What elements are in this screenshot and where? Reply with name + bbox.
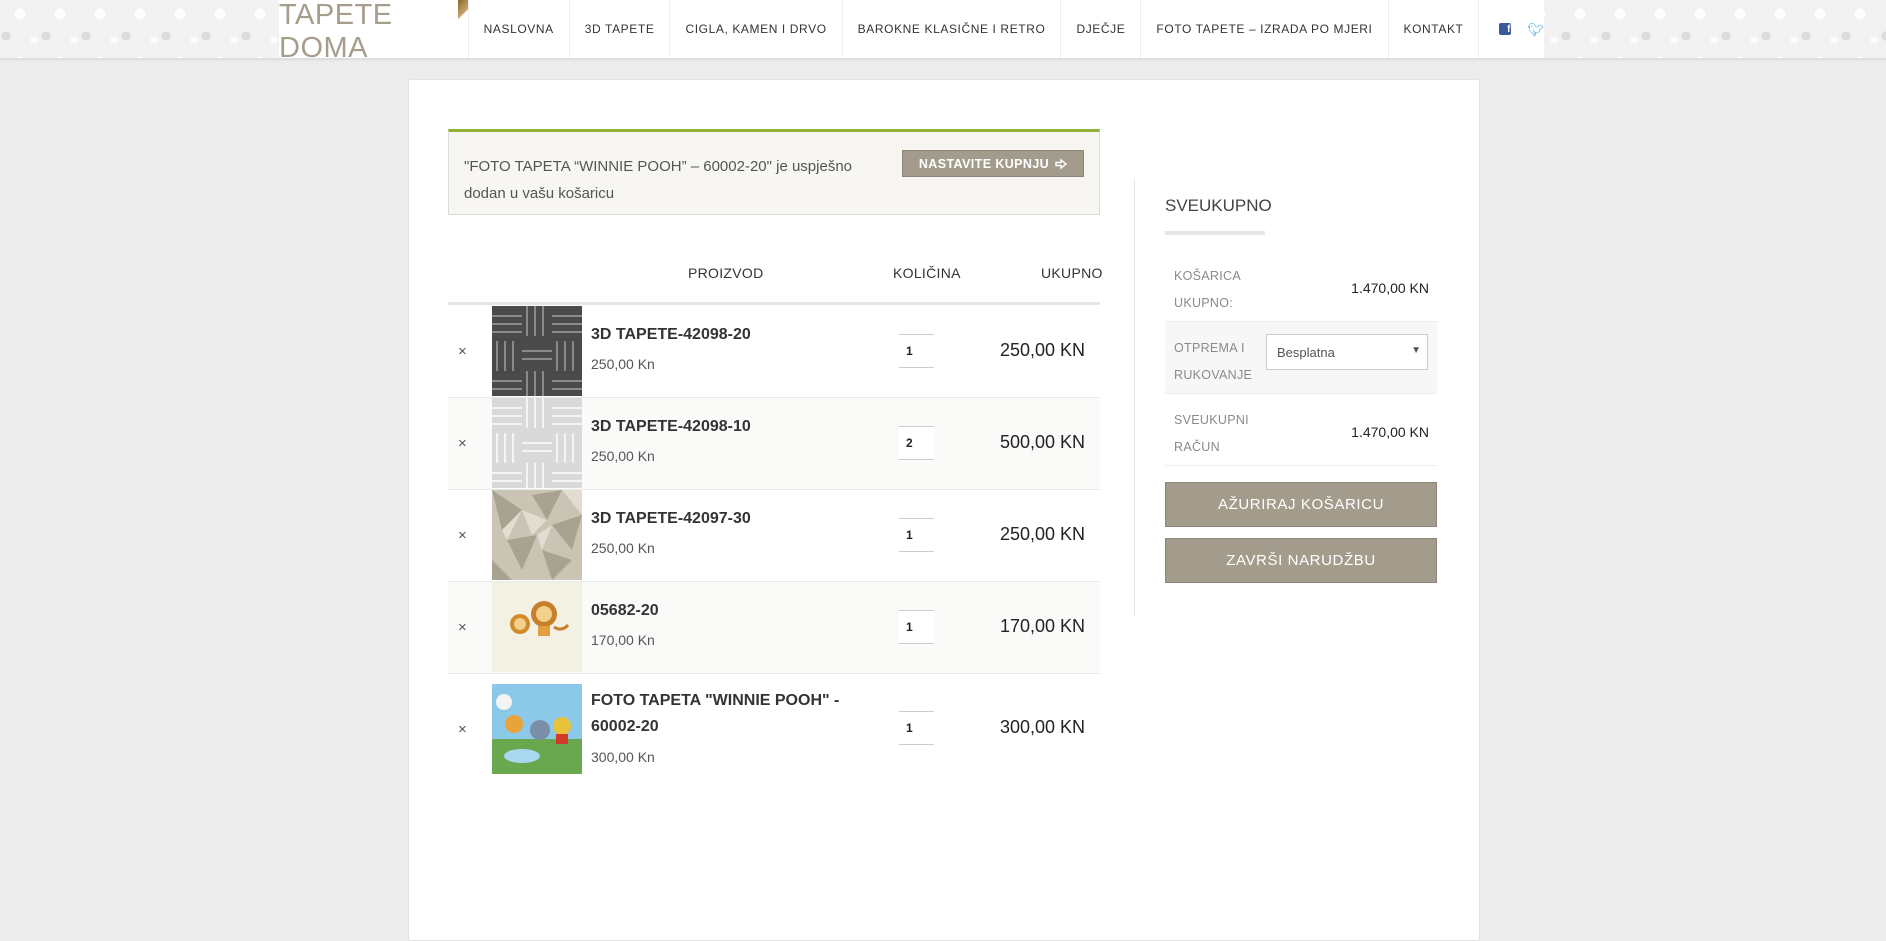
table-row: × 3D TAPETE-42097-30 250,00 Kn 1 250,00 … <box>448 490 1100 582</box>
product-thumbnail[interactable] <box>492 684 582 774</box>
cart-totals-title: SVEUKUPNO <box>1165 196 1272 215</box>
order-total-label: SVEUKUPNI RAČUN <box>1174 407 1264 461</box>
column-header-product: PROIZVOD <box>688 265 764 281</box>
cart-totals-title-underline <box>1165 231 1265 235</box>
product-name-line1: FOTO TAPETA "WINNIE POOH" - <box>591 692 840 709</box>
product-name[interactable]: 3D TAPETE-42097-30 <box>591 506 751 532</box>
product-thumbnail[interactable] <box>492 582 582 672</box>
social-links: f 🐦︎ <box>1479 23 1544 36</box>
quantity-input[interactable]: 1 <box>899 711 934 745</box>
table-row: × 3D TAPETE-42098-20 250,00 Kn 1 250,00 … <box>448 306 1100 398</box>
product-name[interactable]: FOTO TAPETA "WINNIE POOH" - 60002-20 <box>591 688 839 740</box>
site-logo[interactable]: TAPETE DOMA <box>279 0 469 64</box>
order-total-label-line1: SVEUKUPNI <box>1174 413 1249 427</box>
column-header-total: UKUPNO <box>1041 265 1103 281</box>
nav-item-cigla-kamen-drvo[interactable]: CIGLA, KAMEN I DRVO <box>670 0 843 58</box>
table-row: × FOTO TAPETA "WINNIE POOH" - 60002-20 3… <box>448 674 1100 784</box>
line-total: 250,00 KN <box>999 524 1085 544</box>
shipping-label: OTPREMA I RUKOVANJE <box>1174 335 1264 389</box>
remove-item-button[interactable]: × <box>458 674 467 784</box>
update-cart-button[interactable]: AŽURIRAJ KOŠARICU <box>1165 482 1437 527</box>
subtotal-label-line2: UKUPNO: <box>1174 296 1234 310</box>
product-name[interactable]: 05682-20 <box>591 598 659 624</box>
logo-mark-icon <box>457 0 468 22</box>
order-total-label-line2: RAČUN <box>1174 440 1220 454</box>
subtotal-row: KOŠARICA UKUPNO: 1.470,00 KN <box>1165 250 1437 322</box>
arrow-right-icon <box>1055 158 1068 169</box>
line-total: 300,00 KN <box>999 717 1085 737</box>
column-header-quantity: KOLIČINA <box>893 265 961 281</box>
continue-shopping-button[interactable]: NASTAVITE KUPNJU <box>902 150 1084 177</box>
product-price: 250,00 Kn <box>591 540 655 556</box>
table-header-divider <box>448 302 1100 305</box>
dropdown-arrow-icon: ▼ <box>1411 345 1421 356</box>
product-price: 300,00 Kn <box>591 749 655 765</box>
product-thumbnail[interactable] <box>492 398 582 488</box>
quantity-input[interactable]: 1 <box>899 518 934 552</box>
line-total: 250,00 KN <box>999 340 1085 360</box>
quantity-input[interactable]: 1 <box>899 610 934 644</box>
notice-message: "FOTO TAPETA “WINNIE POOH” – 60002-20" j… <box>464 158 853 202</box>
product-name[interactable]: 3D TAPETE-42098-20 <box>591 322 751 348</box>
nav-item-djecje[interactable]: DJEČJE <box>1061 0 1142 58</box>
main-nav: NASLOVNA 3D TAPETE CIGLA, KAMEN I DRVO B… <box>469 0 1480 58</box>
nav-item-barokne[interactable]: BAROKNE KLASIČNE I RETRO <box>843 0 1062 58</box>
shipping-label-line2: RUKOVANJE <box>1174 368 1253 382</box>
product-thumbnail[interactable] <box>492 490 582 580</box>
subtotal-label: KOŠARICA UKUPNO: <box>1174 263 1264 317</box>
top-bar: TAPETE DOMA NASLOVNA 3D TAPETE CIGLA, KA… <box>0 0 1886 64</box>
table-row: × 3D TAPETE-42098-10 250,00 Kn 2 500,00 … <box>448 398 1100 490</box>
subtotal-label-line1: KOŠARICA <box>1174 269 1241 283</box>
shipping-select[interactable]: Besplatna ▼ <box>1266 334 1428 370</box>
nav-item-3d-tapete[interactable]: 3D TAPETE <box>570 0 671 58</box>
remove-item-button[interactable]: × <box>458 306 467 397</box>
shipping-row: OTPREMA I RUKOVANJE Besplatna ▼ <box>1165 322 1437 394</box>
line-total: 500,00 KN <box>999 432 1085 452</box>
nav-item-foto-tapete[interactable]: FOTO TAPETE – IZRADA PO MJERI <box>1141 0 1389 58</box>
order-total-value: 1.470,00 KN <box>1351 424 1429 440</box>
continue-shopping-label: NASTAVITE KUPNJU <box>918 156 1050 171</box>
cart-panel: "FOTO TAPETA “WINNIE POOH” – 60002-20" j… <box>408 79 1480 941</box>
product-price: 250,00 Kn <box>591 356 655 372</box>
checkout-button[interactable]: ZAVRŠI NARUDŽBU <box>1165 538 1437 583</box>
nav-item-naslovna[interactable]: NASLOVNA <box>469 0 570 58</box>
product-name-line2: 60002-20 <box>591 718 659 735</box>
subtotal-value: 1.470,00 KN <box>1351 280 1429 296</box>
quantity-input[interactable]: 1 <box>899 334 934 368</box>
nav-item-kontakt[interactable]: KONTAKT <box>1389 0 1480 58</box>
shipping-select-value: Besplatna <box>1277 344 1335 360</box>
header: TAPETE DOMA NASLOVNA 3D TAPETE CIGLA, KA… <box>279 0 1544 64</box>
remove-item-button[interactable]: × <box>458 490 467 581</box>
product-price: 250,00 Kn <box>591 448 655 464</box>
remove-item-button[interactable]: × <box>458 582 467 673</box>
column-divider <box>1134 179 1135 617</box>
facebook-icon[interactable]: f <box>1499 23 1512 35</box>
quantity-input[interactable]: 2 <box>899 426 934 460</box>
line-total: 170,00 KN <box>999 616 1085 636</box>
added-to-cart-notice: "FOTO TAPETA “WINNIE POOH” – 60002-20" j… <box>448 129 1100 215</box>
product-thumbnail[interactable] <box>492 306 582 396</box>
product-name[interactable]: 3D TAPETE-42098-10 <box>591 414 751 440</box>
shipping-label-line1: OTPREMA I <box>1174 341 1245 355</box>
product-price: 170,00 Kn <box>591 632 655 648</box>
remove-item-button[interactable]: × <box>458 398 467 489</box>
table-row: × 05682-20 170,00 Kn 1 170,00 KN <box>448 582 1100 674</box>
order-total-row: SVEUKUPNI RAČUN 1.470,00 KN <box>1165 394 1437 466</box>
twitter-icon[interactable]: 🐦︎ <box>1527 23 1544 36</box>
logo-text: TAPETE DOMA <box>279 0 393 64</box>
